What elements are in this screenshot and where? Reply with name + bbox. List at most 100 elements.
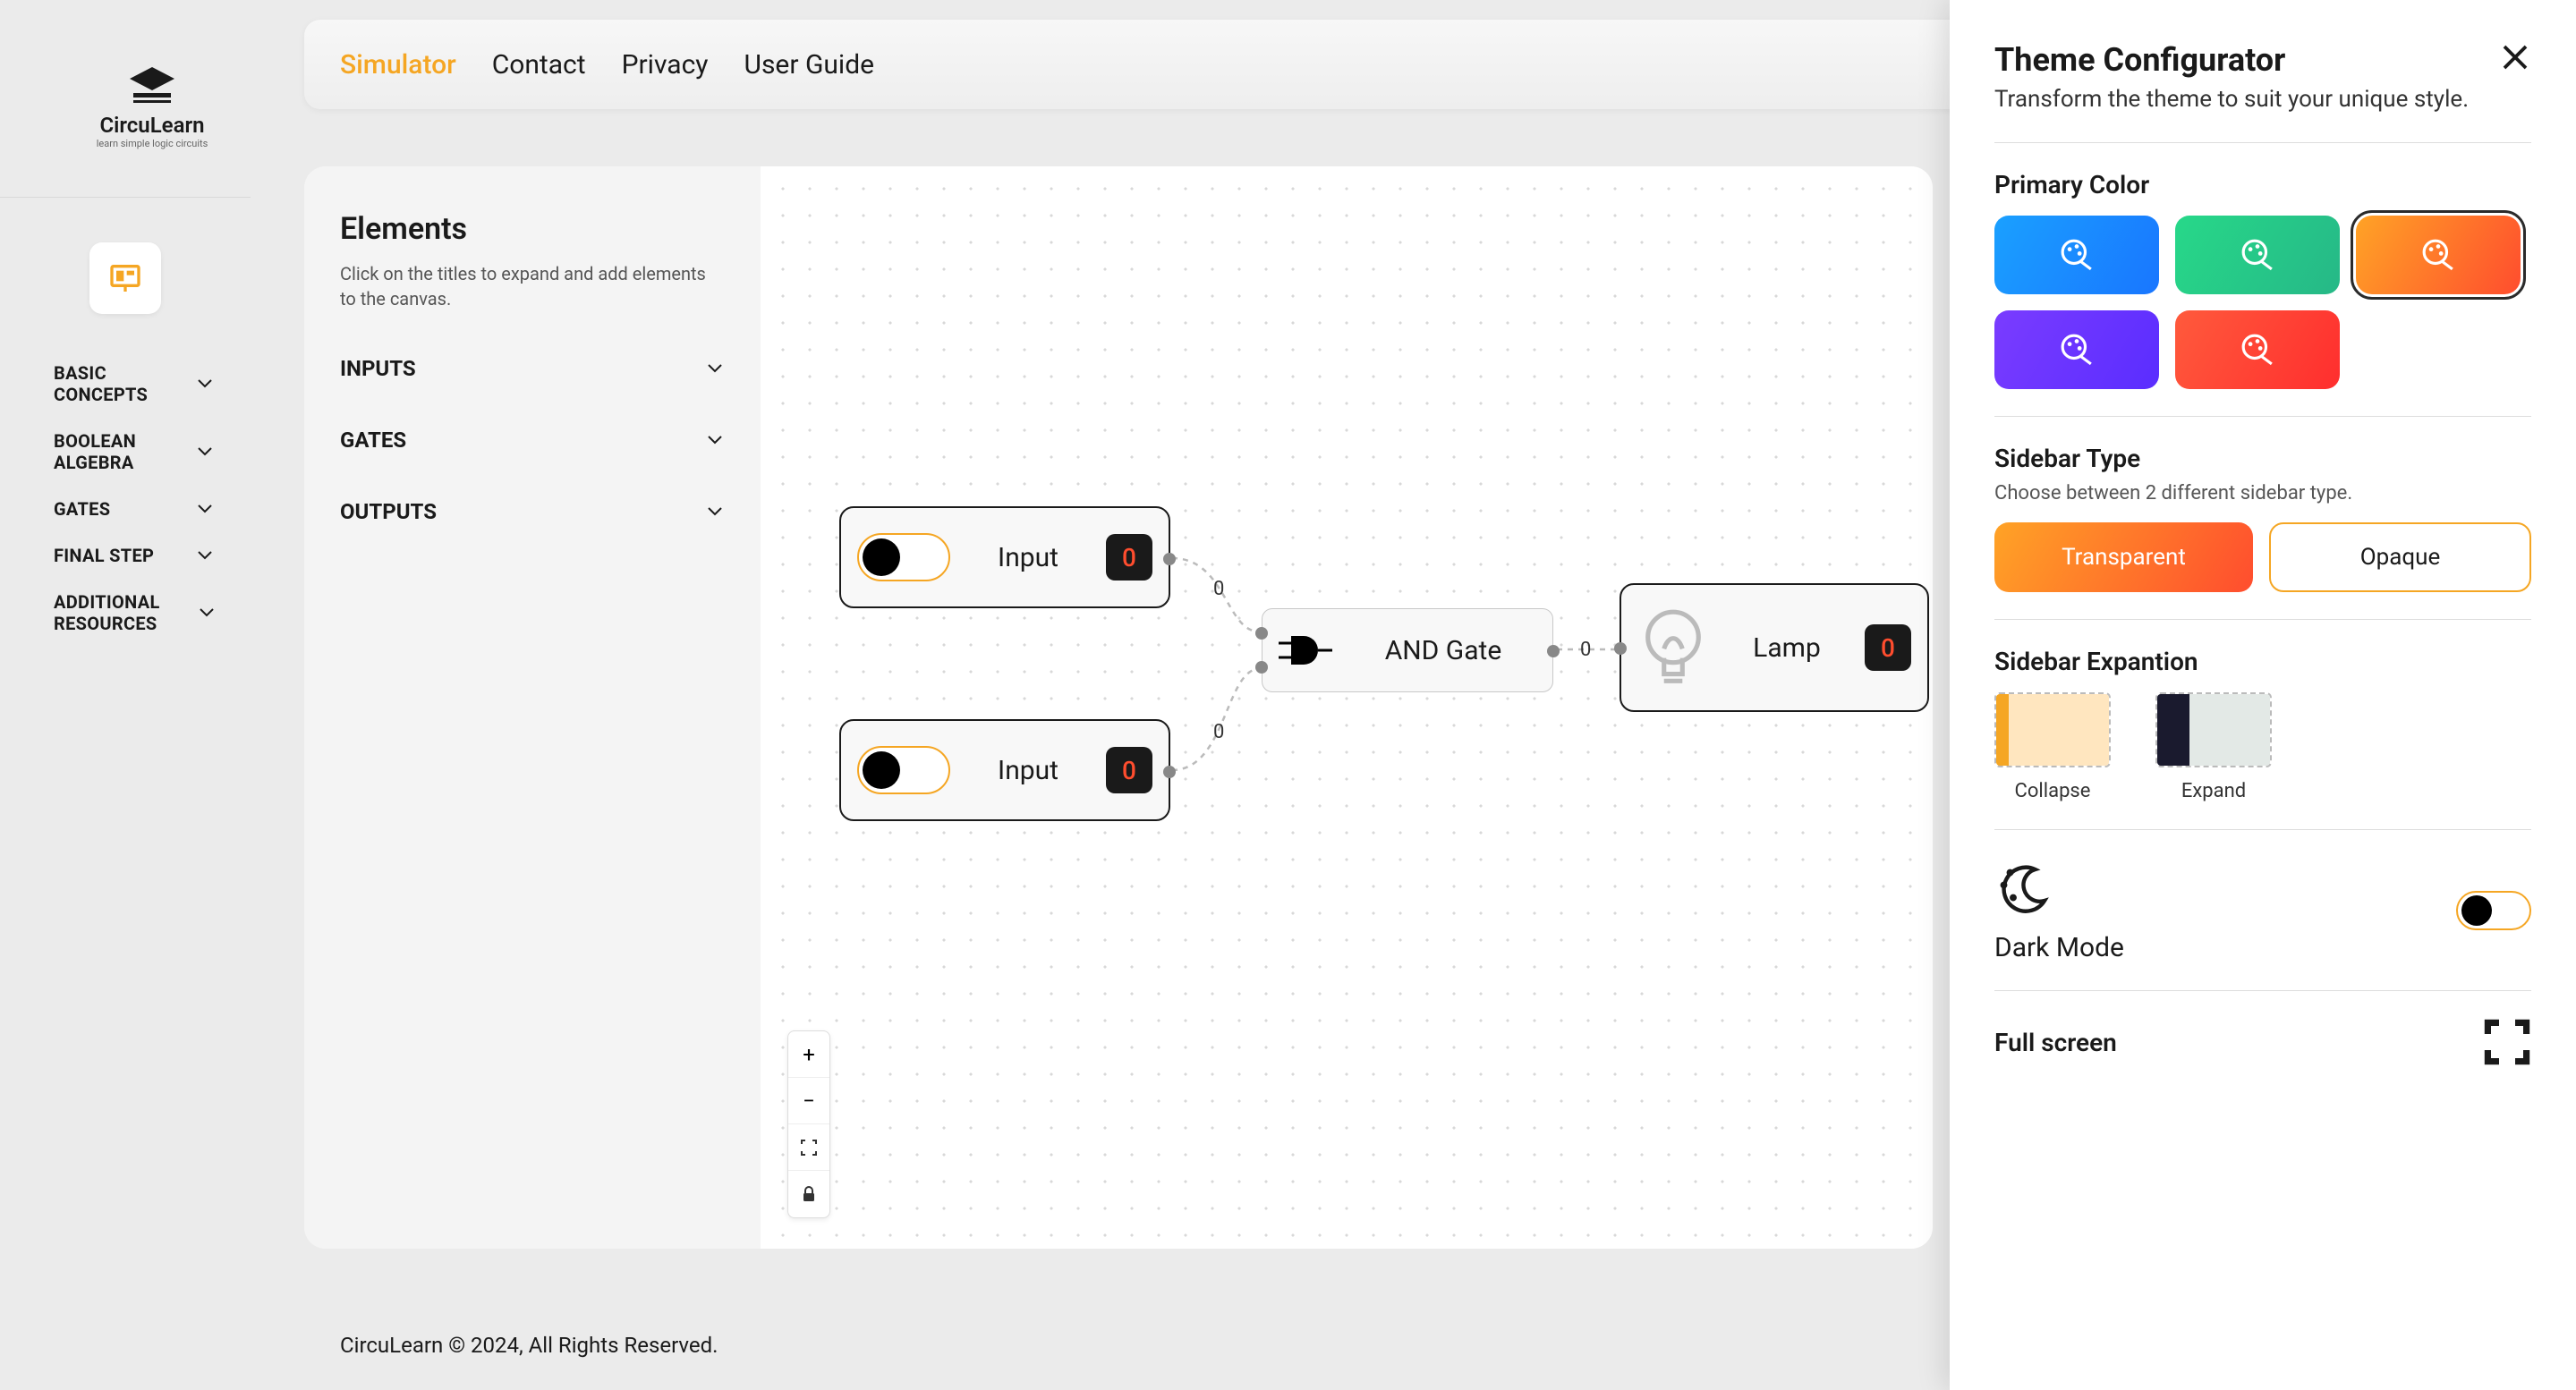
- color-swatch-red[interactable]: [2175, 310, 2340, 389]
- theme-subtitle: Transform the theme to suit your unique …: [1994, 84, 2469, 115]
- lock-button[interactable]: [788, 1171, 829, 1217]
- logo-tagline: learn simple logic circuits: [72, 138, 233, 149]
- circuit-canvas[interactable]: Input 0 0 Input 0 0 AND Gate 0: [761, 166, 1933, 1249]
- fullscreen-label: Full screen: [1994, 1028, 2117, 1057]
- chevron-down-icon: [705, 430, 725, 450]
- output-port[interactable]: [1547, 645, 1560, 657]
- palette-icon: [2240, 333, 2274, 367]
- color-swatch-blue[interactable]: [1994, 216, 2159, 294]
- sidebar-item-label: BOOLEAN ALGEBRA: [54, 430, 179, 473]
- sidebar-item-basic-concepts[interactable]: BASIC CONCEPTS: [0, 350, 251, 418]
- wire-value: 0: [1213, 721, 1224, 743]
- chevron-down-icon: [197, 603, 215, 623]
- sidebar-type-opaque[interactable]: Opaque: [2269, 522, 2531, 592]
- node-value: 0: [1106, 534, 1152, 581]
- accordion-label: GATES: [340, 428, 406, 453]
- elements-panel: Elements Click on the titles to expand a…: [304, 166, 761, 1249]
- primary-color-options: [1994, 216, 2531, 389]
- expansion-label: Collapse: [1994, 780, 2111, 802]
- footer-text: CircuLearn © 2024, All Rights Reserved.: [340, 1333, 718, 1358]
- palette-icon: [2060, 238, 2094, 272]
- sidebar-expansion-expand[interactable]: Expand: [2155, 692, 2272, 802]
- node-and-gate[interactable]: AND Gate: [1262, 608, 1553, 692]
- elements-desc: Click on the titles to expand and add el…: [340, 261, 725, 311]
- chevron-down-icon: [195, 374, 215, 394]
- zoom-out-button[interactable]: −: [788, 1078, 829, 1124]
- fullscreen-icon[interactable]: [2483, 1018, 2531, 1066]
- fit-view-button[interactable]: [788, 1124, 829, 1171]
- chevron-down-icon: [195, 499, 215, 519]
- plus-icon: +: [803, 1042, 815, 1067]
- node-label: Lamp: [1727, 632, 1847, 664]
- node-input-2[interactable]: Input 0: [839, 719, 1170, 821]
- fit-icon: [800, 1139, 818, 1157]
- node-label: Input: [968, 755, 1088, 786]
- logo-name: CircuLearn: [72, 113, 233, 138]
- color-swatch-orange[interactable]: [2356, 216, 2521, 294]
- close-icon[interactable]: [2499, 41, 2531, 73]
- accordion-label: OUTPUTS: [340, 499, 437, 524]
- sidebar-type-desc: Choose between 2 different sidebar type.: [1994, 482, 2531, 504]
- accordion-outputs[interactable]: OUTPUTS: [340, 476, 725, 547]
- input-port[interactable]: [1255, 627, 1268, 640]
- lock-icon: [801, 1186, 817, 1202]
- sidebar-item-gates[interactable]: GATES: [0, 486, 251, 532]
- sidebar-expansion-collapse[interactable]: Collapse: [1994, 692, 2111, 802]
- node-input-1[interactable]: Input 0: [839, 506, 1170, 608]
- node-value: 0: [1865, 624, 1911, 671]
- main-panel: Elements Click on the titles to expand a…: [304, 166, 1933, 1249]
- input-toggle[interactable]: [857, 746, 950, 794]
- dark-mode-label: Dark Mode: [1994, 932, 2124, 963]
- palette-icon: [2060, 333, 2094, 367]
- sidebar-type-transparent[interactable]: Transparent: [1994, 522, 2253, 592]
- sidebar-type-title: Sidebar Type: [1994, 444, 2531, 473]
- nav-user-guide[interactable]: User Guide: [744, 49, 875, 81]
- sidebar-simulator-tile[interactable]: [89, 242, 161, 314]
- input-toggle[interactable]: [857, 533, 950, 581]
- sidebar-item-boolean-algebra[interactable]: BOOLEAN ALGEBRA: [0, 418, 251, 486]
- accordion-label: INPUTS: [340, 356, 416, 381]
- dark-mode-toggle[interactable]: [2456, 891, 2531, 930]
- wire-value: 0: [1213, 578, 1224, 600]
- sidebar-item-label: BASIC CONCEPTS: [54, 362, 179, 405]
- elements-title: Elements: [340, 211, 725, 247]
- theme-configurator-panel: Theme Configurator Transform the theme t…: [1950, 0, 2576, 1390]
- moon-icon: [1994, 857, 2057, 920]
- presentation-icon: [107, 260, 143, 296]
- chevron-down-icon: [705, 359, 725, 378]
- sidebar-item-additional-resources[interactable]: ADDITIONAL RESOURCES: [0, 579, 251, 647]
- expansion-label: Expand: [2155, 780, 2272, 802]
- lamp-icon: [1637, 607, 1709, 688]
- theme-title: Theme Configurator: [1994, 41, 2469, 79]
- node-lamp[interactable]: Lamp 0: [1620, 583, 1929, 712]
- nav-simulator[interactable]: Simulator: [340, 49, 456, 81]
- accordion-inputs[interactable]: INPUTS: [340, 333, 725, 404]
- chevron-down-icon: [705, 502, 725, 521]
- input-port[interactable]: [1614, 642, 1627, 655]
- sidebar-item-label: FINAL STEP: [54, 545, 154, 566]
- input-port[interactable]: [1255, 661, 1268, 674]
- sidebar-item-final-step[interactable]: FINAL STEP: [0, 532, 251, 579]
- logo-icon: [121, 63, 183, 107]
- nav-privacy[interactable]: Privacy: [622, 49, 709, 81]
- zoom-in-button[interactable]: +: [788, 1031, 829, 1078]
- node-label: Input: [968, 542, 1088, 573]
- wire-value: 0: [1580, 639, 1591, 661]
- palette-icon: [2240, 238, 2274, 272]
- sidebar: BASIC CONCEPTS BOOLEAN ALGEBRA GATES FIN…: [0, 197, 251, 647]
- nav-contact[interactable]: Contact: [492, 49, 586, 81]
- output-port[interactable]: [1163, 766, 1176, 778]
- logo: CircuLearn learn simple logic circuits: [72, 63, 233, 149]
- accordion-gates[interactable]: GATES: [340, 404, 725, 476]
- node-value: 0: [1106, 747, 1152, 793]
- sidebar-expansion-title: Sidebar Expantion: [1994, 647, 2531, 676]
- node-label: AND Gate: [1350, 635, 1536, 666]
- color-swatch-purple[interactable]: [1994, 310, 2159, 389]
- chevron-down-icon: [195, 546, 215, 565]
- canvas-controls: + −: [787, 1030, 830, 1218]
- primary-color-title: Primary Color: [1994, 170, 2531, 199]
- palette-icon: [2421, 238, 2455, 272]
- chevron-down-icon: [195, 442, 215, 462]
- color-swatch-green[interactable]: [2175, 216, 2340, 294]
- output-port[interactable]: [1163, 553, 1176, 565]
